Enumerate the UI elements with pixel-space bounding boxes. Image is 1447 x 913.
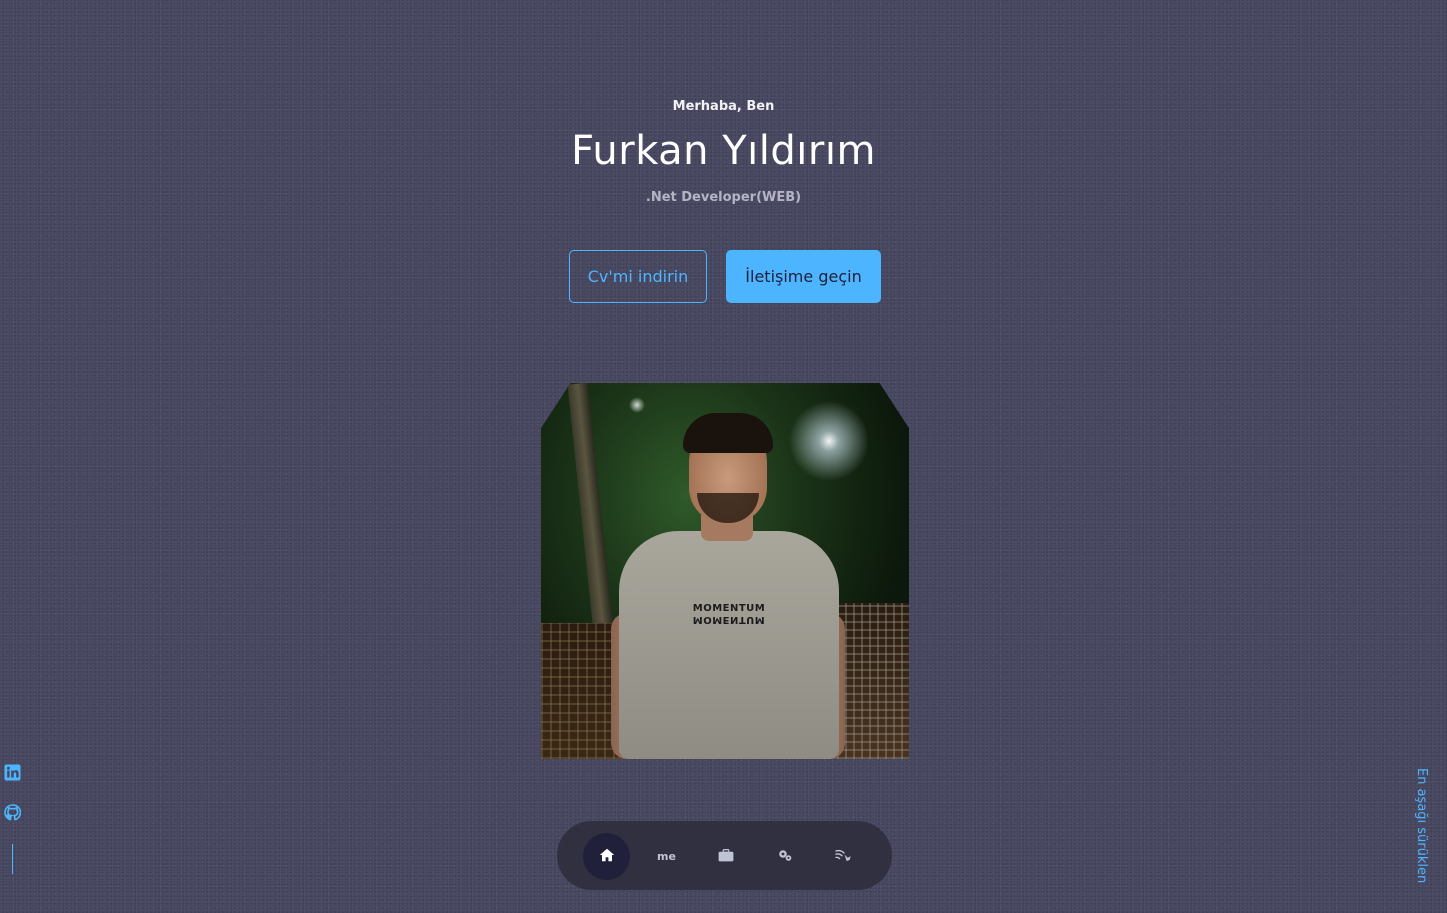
download-cv-button[interactable]: Cv'mi indirin (569, 250, 707, 303)
contact-button[interactable]: İletişime geçin (726, 250, 881, 303)
briefcase-icon (718, 848, 734, 865)
linkedin-icon[interactable] (4, 764, 21, 781)
nav-contact[interactable] (820, 833, 867, 880)
photo-shirt-print: MOMENTUM MOMENTUM (689, 603, 769, 625)
github-icon[interactable] (4, 804, 22, 821)
gears-icon (777, 848, 793, 865)
bottom-nav: me (557, 821, 892, 890)
role-subtitle: .Net Developer(WEB) (645, 190, 802, 205)
nav-services[interactable] (761, 833, 808, 880)
shirt-print-text: MOMENTUM (692, 603, 766, 614)
profile-photo: MOMENTUM MOMENTUM (541, 383, 909, 759)
nav-experience[interactable] (702, 833, 749, 880)
shirt-print-mirrored-text: MOMENTUM (692, 614, 766, 625)
scroll-down-link[interactable]: En aşağı sürüklen (1405, 768, 1429, 892)
nav-about[interactable]: me (643, 833, 690, 880)
social-divider-line (12, 844, 13, 874)
social-links (4, 764, 22, 874)
contact-icon (835, 848, 852, 865)
home-icon (599, 848, 615, 865)
greeting-text: Merhaba, Ben (672, 99, 775, 114)
nav-home[interactable] (583, 833, 630, 880)
photo-tree-trunk (567, 383, 615, 644)
photo-hair (683, 413, 773, 453)
photo-shirt (619, 531, 839, 759)
name-heading: Furkan Yıldırım (571, 128, 876, 174)
about-icon: me (657, 850, 676, 863)
